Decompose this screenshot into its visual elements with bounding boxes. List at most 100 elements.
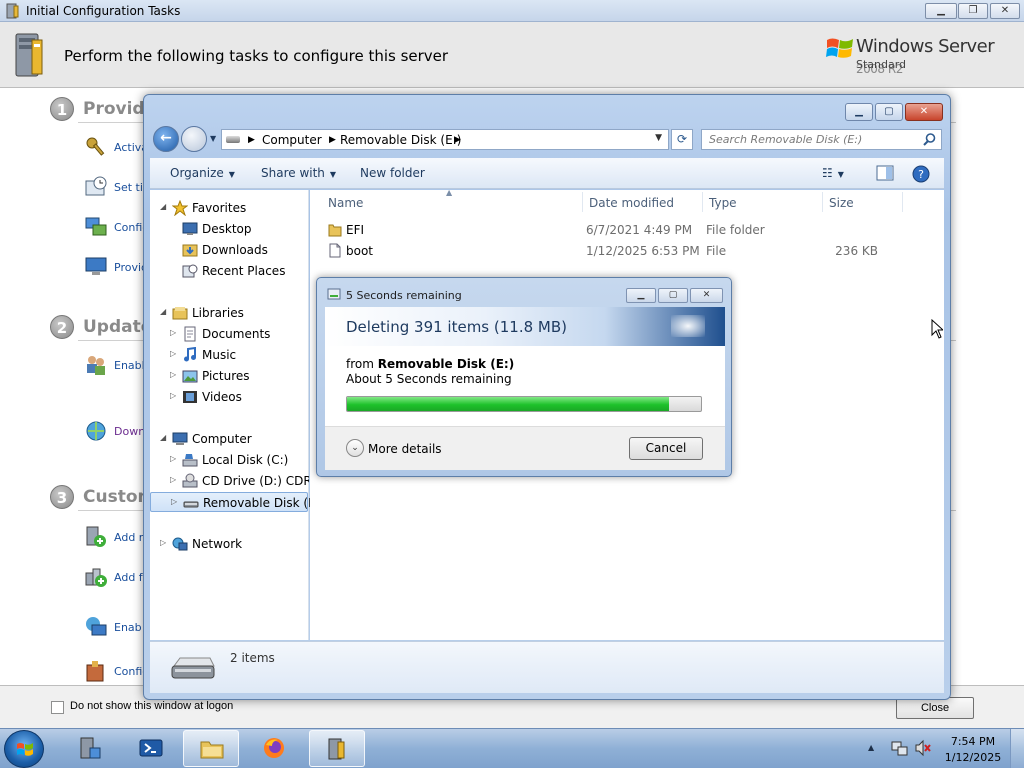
cd-drive-icon — [182, 473, 198, 488]
taskbar-explorer[interactable] — [183, 730, 239, 767]
tree-downloads[interactable]: Downloads — [170, 240, 300, 260]
explorer-maximize-button[interactable]: ▢ — [875, 103, 903, 121]
tree-favorites[interactable]: ◢ Favorites — [160, 198, 300, 218]
breadcrumb-removable-disk[interactable]: Removable Disk (E:) — [340, 133, 461, 147]
show-desktop-button[interactable] — [1010, 729, 1024, 768]
tree-recent-places[interactable]: Recent Places — [170, 261, 300, 281]
firefox-icon — [264, 738, 284, 758]
time-remaining-text: About 5 Seconds remaining — [346, 372, 512, 386]
network-tray-icon[interactable] — [890, 739, 908, 757]
collapse-icon[interactable]: ◢ — [160, 202, 166, 211]
share-with-button[interactable]: Share with ▼ — [261, 166, 336, 180]
tree-local-disk[interactable]: ▷ Local Disk (C:) — [170, 450, 300, 470]
section-title-update: Update — [83, 317, 153, 337]
server-tasks-icon — [6, 3, 19, 19]
dialog-footer: ⌄ More details Cancel — [325, 426, 725, 470]
start-button[interactable] — [4, 730, 44, 768]
tree-pictures[interactable]: ▷ Pictures — [170, 366, 300, 386]
clock[interactable]: 7:54 PM 1/12/2025 — [944, 734, 1002, 766]
collapse-icon[interactable]: ◢ — [160, 307, 166, 316]
breadcrumb-computer[interactable]: Computer — [262, 133, 322, 147]
dialog-minimize-button[interactable]: ▁ — [626, 288, 656, 303]
taskbar-initial-config-tasks[interactable] — [309, 730, 365, 767]
restore-button[interactable]: ❐ — [958, 3, 988, 19]
do-not-show-checkbox[interactable] — [51, 701, 64, 714]
column-header-size[interactable]: Size — [829, 196, 854, 210]
details-pane: 2 items — [150, 641, 944, 693]
address-dropdown-icon[interactable]: ▼ — [655, 133, 662, 143]
network-icon — [85, 217, 107, 236]
column-separator — [902, 192, 903, 212]
column-header-type[interactable]: Type — [709, 196, 737, 210]
explorer-minimize-button[interactable]: ▁ — [845, 103, 873, 121]
file-row-efi[interactable]: EFI 6/7/2021 4:49 PM File folder — [324, 220, 914, 240]
search-placeholder: Search Removable Disk (E:) — [709, 133, 863, 146]
add-roles-icon — [86, 526, 106, 547]
back-button[interactable]: ← — [153, 126, 179, 152]
close-button[interactable]: Close — [896, 697, 974, 719]
removable-drive-icon — [226, 136, 240, 143]
tree-documents[interactable]: ▷ Documents — [170, 324, 300, 344]
expand-icon[interactable]: ▷ — [170, 391, 176, 400]
tree-network[interactable]: ▷ Network — [160, 534, 300, 554]
volume-muted-icon[interactable] — [914, 739, 932, 757]
network-icon — [172, 537, 188, 551]
show-hidden-icons-button[interactable]: ▲ — [868, 743, 874, 752]
ict-titlebar: Initial Configuration Tasks ▁ ❐ ✕ — [0, 0, 1024, 22]
expand-icon[interactable]: ▷ — [170, 475, 176, 484]
ict-window-title: Initial Configuration Tasks — [26, 4, 181, 18]
explorer-close-button[interactable]: ✕ — [905, 103, 943, 121]
tree-cd-drive[interactable]: ▷ CD Drive (D:) CDROM — [170, 471, 309, 491]
view-options-button[interactable]: ☷ ▼ — [822, 166, 844, 180]
help-icon[interactable]: ? — [912, 165, 930, 183]
expand-icon[interactable]: ▷ — [170, 349, 176, 358]
preview-pane-icon[interactable] — [876, 165, 894, 181]
address-bar[interactable]: ▶ Computer ▶ Removable Disk (E:) ▶ ▼ — [221, 129, 669, 150]
command-bar: Organize ▼ Share with ▼ New folder ☷ ▼ ? — [150, 158, 944, 189]
clock-icon — [85, 176, 107, 196]
chevron-down-icon[interactable]: ⌄ — [346, 439, 364, 457]
dialog-close-button[interactable]: ✕ — [690, 288, 723, 303]
tree-computer[interactable]: ◢ Computer — [160, 429, 300, 449]
taskbar-server-manager[interactable] — [62, 730, 118, 767]
add-features-icon — [85, 568, 107, 587]
file-icon — [329, 243, 341, 258]
close-window-button[interactable]: ✕ — [990, 3, 1020, 19]
column-header-date-modified[interactable]: Date modified — [589, 196, 674, 210]
ict-header: Perform the following tasks to configure… — [0, 22, 1024, 88]
minimize-button[interactable]: ▁ — [925, 3, 957, 19]
expand-icon[interactable]: ▷ — [170, 328, 176, 337]
taskbar-powershell[interactable] — [123, 730, 179, 767]
expand-icon[interactable]: ▷ — [170, 370, 176, 379]
new-folder-button[interactable]: New folder — [360, 166, 425, 180]
search-box[interactable]: Search Removable Disk (E:) — [701, 129, 942, 150]
expand-icon[interactable]: ▷ — [160, 538, 166, 547]
expand-icon[interactable]: ▷ — [170, 454, 176, 463]
remote-desktop-icon — [86, 617, 107, 636]
collapse-icon[interactable]: ◢ — [160, 433, 166, 442]
server-tasks-icon — [15, 33, 43, 77]
tree-removable-disk[interactable]: ▷ Removable Disk (E:) — [150, 492, 324, 512]
svg-text:?: ? — [918, 168, 924, 181]
progress-bar-fill — [347, 397, 670, 411]
cancel-button[interactable]: Cancel — [629, 437, 703, 460]
tree-videos[interactable]: ▷ Videos — [170, 387, 300, 407]
tree-music[interactable]: ▷ Music — [170, 345, 300, 365]
more-details-toggle[interactable]: More details — [368, 442, 442, 456]
key-icon — [86, 137, 105, 156]
tree-libraries[interactable]: ◢ Libraries — [160, 303, 300, 323]
organize-button[interactable]: Organize ▼ — [170, 166, 235, 180]
recent-pages-dropdown-icon[interactable]: ▼ — [210, 134, 216, 143]
dialog-maximize-button[interactable]: ▢ — [658, 288, 688, 303]
forward-button[interactable] — [181, 126, 207, 152]
dialog-title: 5 Seconds remaining — [346, 289, 462, 302]
column-separator — [582, 192, 583, 212]
taskbar-firefox[interactable] — [246, 730, 302, 767]
section-number-1: 1 — [50, 97, 74, 121]
refresh-button[interactable]: ⟳ — [671, 129, 693, 150]
column-header-name[interactable]: Name — [328, 196, 363, 210]
expand-icon[interactable]: ▷ — [171, 497, 177, 506]
tree-desktop[interactable]: Desktop — [170, 219, 300, 239]
search-icon — [923, 133, 936, 146]
file-row-boot[interactable]: boot 1/12/2025 6:53 PM File 236 KB — [324, 241, 914, 261]
